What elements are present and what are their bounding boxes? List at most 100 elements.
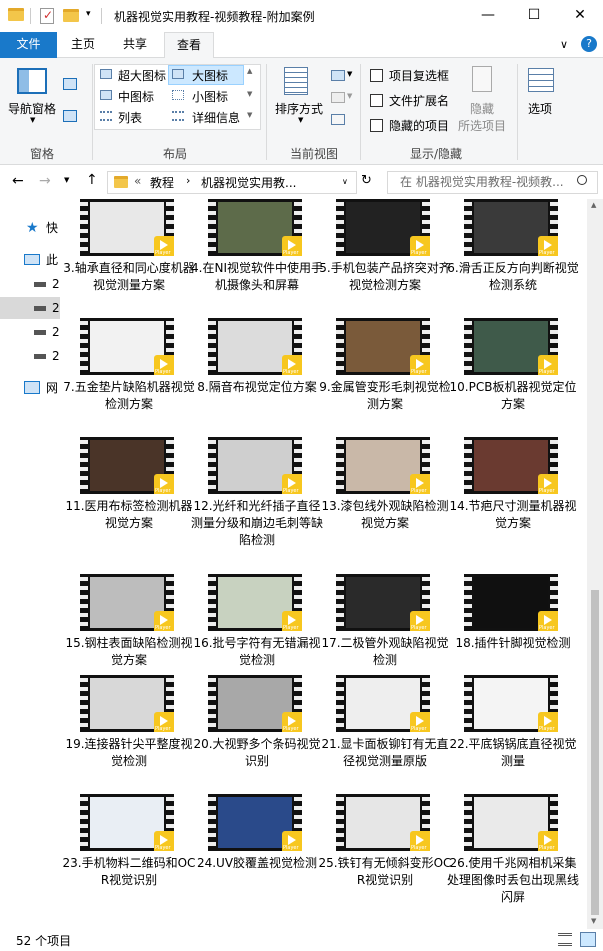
minimize-button[interactable]: — [465,0,511,32]
file-name: 15.钢柱表面缺陷检测视觉方案 [65,636,193,667]
layout-small[interactable]: 小图标 [192,88,228,105]
sort-by-icon[interactable] [284,67,308,95]
nav-drive[interactable]: 2 [0,345,60,367]
scrollbar-thumb[interactable] [591,590,599,915]
film-strip [336,318,344,375]
video-thumbnail: Player [464,675,558,732]
player-badge: Player [283,369,299,375]
close-button[interactable]: ✕ [557,0,603,32]
nav-pane-button[interactable]: 导航窗格 [8,100,56,117]
layout-list[interactable]: 列表 [118,109,142,126]
tab-view[interactable]: 查看 [164,32,214,59]
breadcrumb-overflow[interactable]: « [134,174,141,188]
up-arrow-icon[interactable]: ↑ [86,172,98,188]
film-strip [80,574,88,631]
sort-by-button[interactable]: 排序方式 [275,100,323,117]
recent-locations-icon[interactable]: ▼ [64,176,69,184]
video-thumbnail: Player [336,437,430,494]
thumbnail-image [346,202,420,253]
player-badge: Player [155,369,171,375]
extra-large-icons-icon [100,69,112,79]
options-icon[interactable] [528,68,554,92]
breadcrumb-item[interactable]: 教程 [150,174,174,191]
film-strip [208,794,216,851]
scroll-up-icon[interactable]: ▲ [591,201,596,209]
maximize-button[interactable]: ☐ [511,0,557,32]
details-view-icon[interactable] [558,933,572,946]
chevron-down-icon[interactable]: ∨ [560,38,568,51]
video-thumbnail: Player [464,199,558,256]
player-icon: Player [282,831,302,851]
nav-quick-access[interactable]: ★ 快 [0,217,60,239]
address-row: ← → ▼ ↑ « 教程 › 机器视觉实用教... ∨ ↻ 在 机器视觉实用教程… [0,166,603,199]
layout-details[interactable]: 详细信息 [192,109,240,126]
group-show-hide-label: 显示/隐藏 [410,147,463,161]
nav-this-pc[interactable]: 此 [0,249,60,271]
drive-icon [34,330,46,335]
group-by-icon[interactable] [331,70,345,81]
video-thumbnail: Player [208,675,302,732]
drive-icon [34,354,46,359]
nav-drive[interactable]: 2 [0,297,60,319]
new-folder-icon[interactable] [63,9,79,25]
tab-file[interactable]: 文件 [0,32,57,58]
tab-home[interactable]: 主页 [60,32,106,58]
film-strip [80,437,88,494]
preview-pane-icon[interactable] [63,78,77,90]
layout-medium[interactable]: 中图标 [118,88,154,105]
customize-quick-access-icon[interactable]: ▾ [86,9,91,19]
hidden-items-checkbox[interactable] [370,119,383,132]
file-name: 13.漆包线外观缺陷检测视觉方案 [321,499,449,530]
file-extensions-checkbox[interactable] [370,94,383,107]
player-badge: Player [411,369,427,375]
forward-arrow-icon[interactable]: → [39,173,51,189]
chevron-down-icon[interactable]: ▼ [30,116,35,124]
film-strip [208,675,216,732]
nav-network[interactable]: 网 [0,377,60,399]
properties-icon[interactable]: ✓ [40,8,54,24]
nav-drive[interactable]: 2 [0,273,60,295]
refresh-icon[interactable]: ↻ [361,173,372,188]
gallery-more-icon[interactable]: ▼ [247,111,252,119]
options-button[interactable]: 选项 [528,100,552,117]
chevron-down-icon[interactable]: ▼ [347,70,352,78]
breadcrumb-item[interactable]: 机器视觉实用教... [201,174,296,191]
network-icon [24,381,40,394]
layout-extra-large[interactable]: 超大图标 [118,67,166,84]
item-checkboxes-label: 项目复选框 [389,69,450,83]
search-input[interactable]: 在 机器视觉实用教程-视频教... [387,171,598,194]
player-icon: Player [538,712,558,732]
chevron-right-icon[interactable]: › [186,174,190,187]
file-name: 4.在NI视觉软件中使用手机摄像头和屏幕 [191,261,323,292]
nav-pane-icon[interactable] [17,68,47,94]
address-bar[interactable]: « 教程 › 机器视觉实用教... ∨ [107,171,357,194]
item-checkboxes-checkbox[interactable] [370,69,383,82]
thumbnail-image [90,202,164,253]
nav-label: 2 [52,349,60,363]
layout-large[interactable]: 大图标 [192,67,228,84]
video-thumbnail: Player [80,574,174,631]
ribbon: 导航窗格 ▼ 窗格 超大图标 大图标 中图标 小图标 列表 详细信息 ▲ ▼ ▼… [0,58,603,165]
size-columns-icon[interactable] [331,114,345,125]
film-strip [464,675,472,732]
thumbnail-image [346,797,420,848]
file-name: 11.医用布标签检测机器视觉方案 [65,499,193,530]
hide-selected-button[interactable]: 隐藏 [470,100,494,117]
film-strip [80,675,88,732]
gallery-scroll-up-icon[interactable]: ▲ [247,67,252,75]
file-name: 20.大视野多个条码视觉识别 [193,737,321,768]
thumbnail-image [474,797,548,848]
tab-share[interactable]: 共享 [112,32,158,58]
chevron-down-icon[interactable]: ▼ [298,116,303,124]
help-icon[interactable]: ? [581,36,597,52]
scroll-down-icon[interactable]: ▼ [591,917,596,925]
hide-selected-button-line2[interactable]: 所选项目 [458,117,506,134]
address-dropdown-icon[interactable]: ∨ [342,177,348,186]
back-arrow-icon[interactable]: ← [12,173,24,189]
details-pane-icon[interactable] [63,110,77,122]
file-name: 19.连接器针尖平整度视觉检测 [65,737,193,768]
file-name: 9.金属管变形毛刺视觉检测方案 [319,380,451,411]
large-icons-view-icon[interactable] [580,932,596,947]
gallery-scroll-down-icon[interactable]: ▼ [247,90,252,98]
nav-drive[interactable]: 2 [0,321,60,343]
